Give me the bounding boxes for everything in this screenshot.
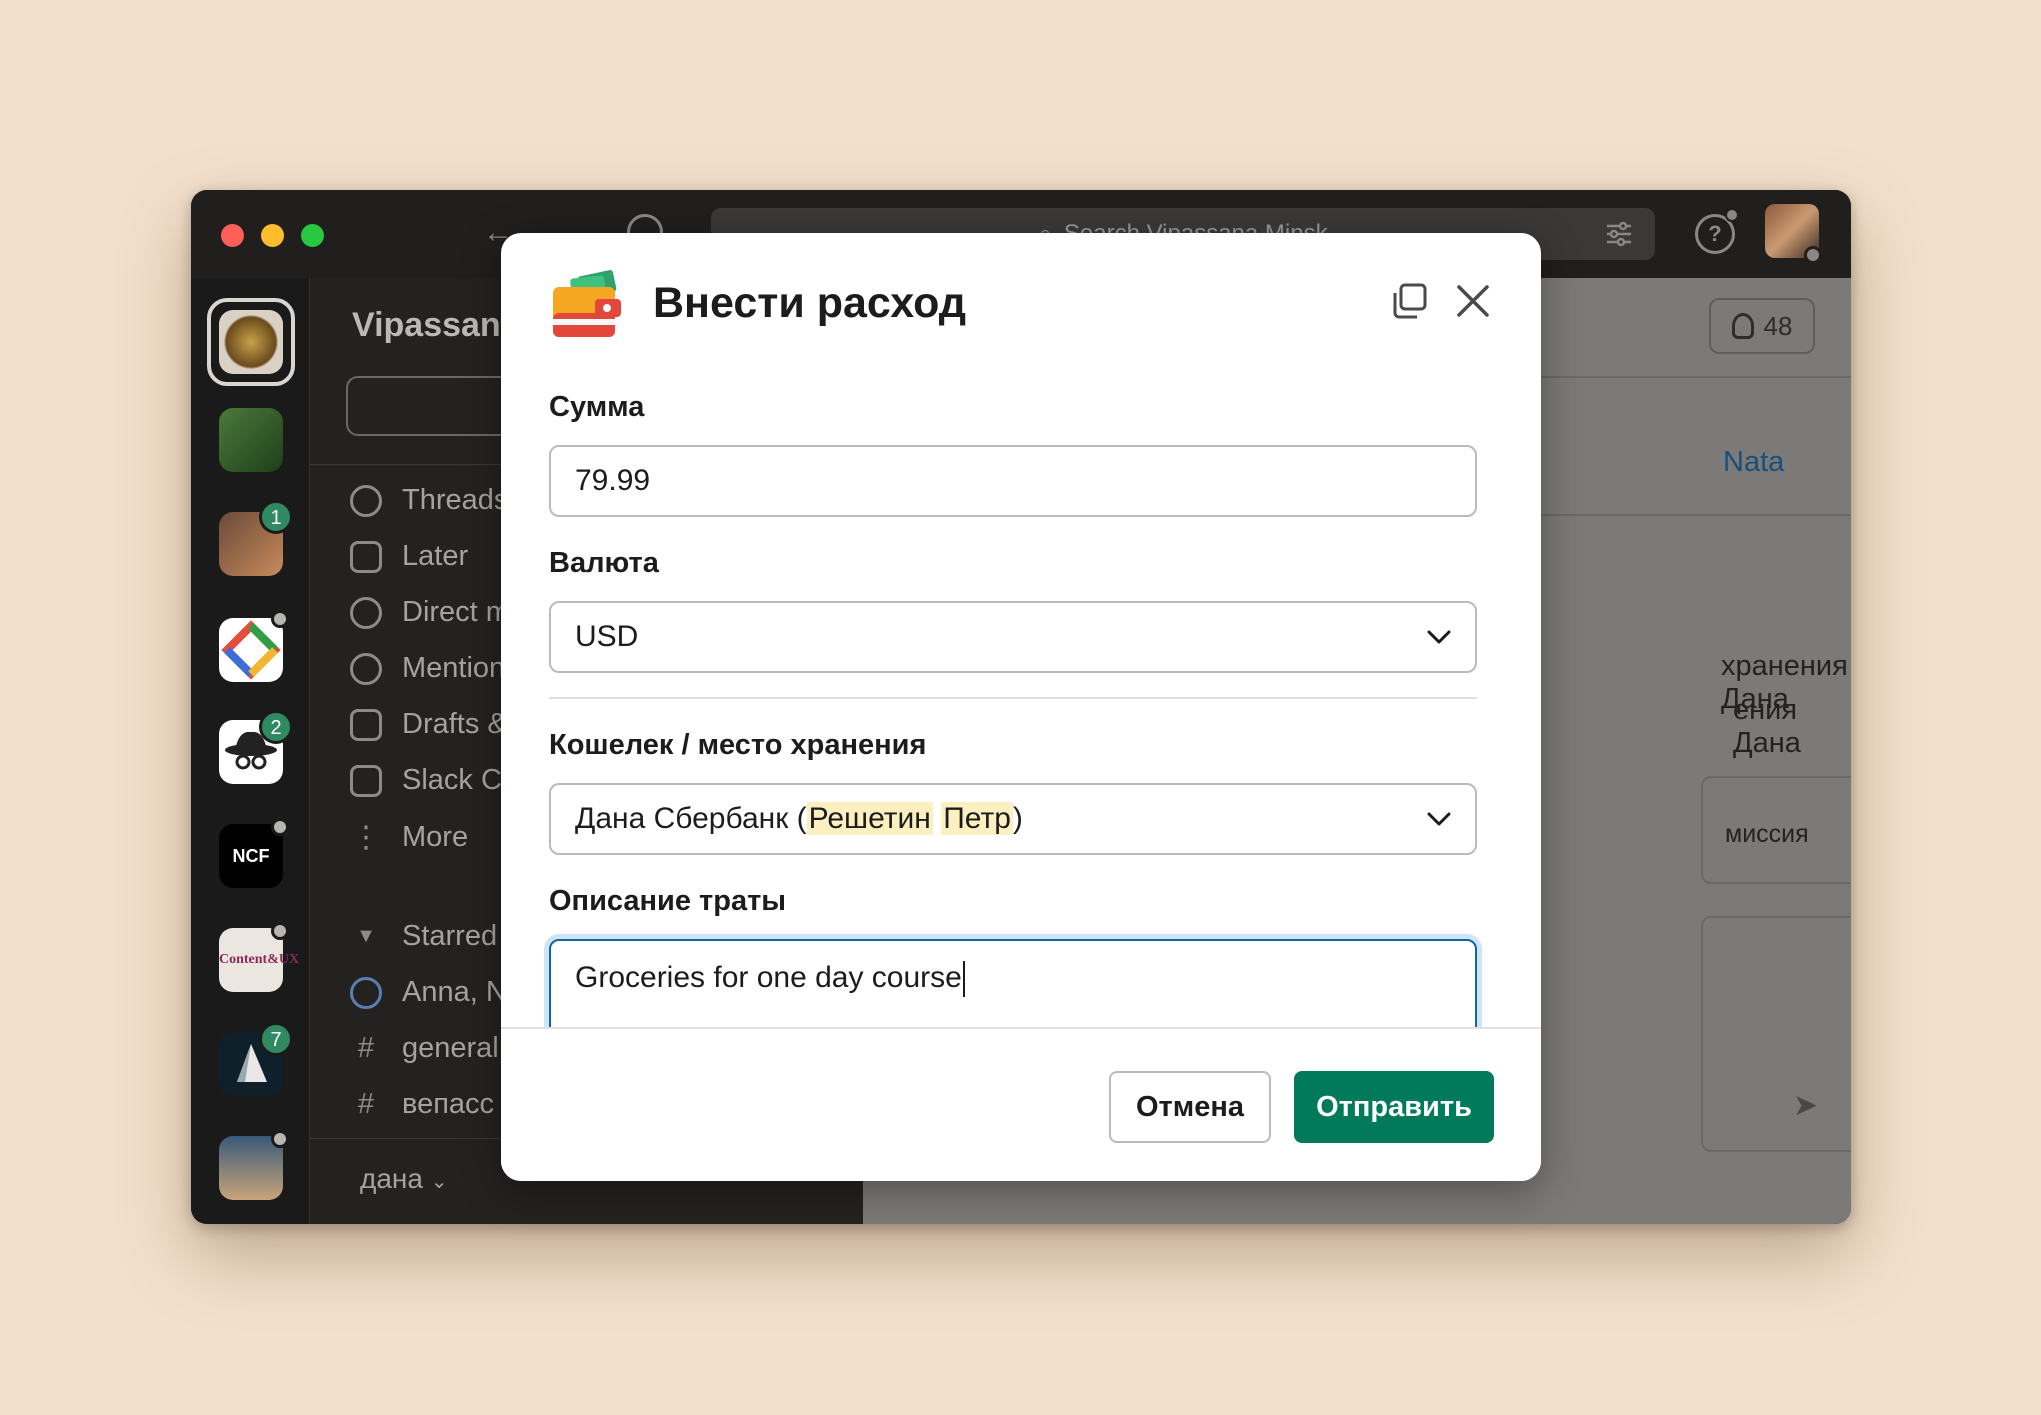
popout-icon[interactable] — [1387, 279, 1431, 323]
sidebar-item-more[interactable]: ⋮ More — [350, 820, 468, 855]
section-divider — [549, 697, 1477, 699]
workspace-unread-badge: 1 — [259, 500, 293, 534]
person-icon — [1731, 313, 1754, 339]
workspace-status-dot — [271, 922, 289, 940]
amount-value: 79.99 — [575, 464, 651, 497]
send-icon[interactable]: ➤ — [1793, 1088, 1818, 1123]
sidebar-section-starred[interactable]: ▼ Starred — [350, 920, 497, 953]
member-count: 48 — [1763, 310, 1793, 341]
chevron-down-icon: ⌄ — [430, 1171, 448, 1193]
filter-icon[interactable] — [1605, 220, 1633, 248]
workspace-rail: 1 2 NCF Content&UX 7 — [191, 278, 309, 1224]
workspace-diamond-icon[interactable] — [219, 618, 283, 682]
modal-title: Внести расход — [653, 279, 967, 327]
wallet-value-prefix: Дана Сбербанк ( — [575, 802, 807, 835]
sidebar-item-label: вепасс — [402, 1088, 495, 1120]
help-notification-dot — [1725, 208, 1739, 222]
sidebar-item-general[interactable]: # general — [350, 1032, 499, 1065]
description-value: Groceries for one day course — [575, 961, 962, 994]
currency-select[interactable]: USD — [549, 601, 1477, 673]
card-text: миссия — [1725, 820, 1809, 848]
text-caret — [962, 961, 965, 997]
more-vertical-icon: ⋮ — [351, 821, 381, 854]
building-icon — [350, 764, 382, 797]
close-icon[interactable] — [1451, 279, 1495, 323]
caret-down-icon: ▼ — [356, 925, 376, 947]
sidebar-item-threads[interactable]: Threads — [350, 484, 508, 517]
sidebar-item-later[interactable]: Later — [350, 540, 468, 573]
sidebar-item-channel[interactable]: # вепасс — [350, 1088, 494, 1121]
message-composer[interactable] — [1701, 916, 1851, 1152]
sidebar-item-label: Anna, N — [402, 976, 507, 1008]
minimize-window-button[interactable] — [261, 224, 284, 247]
workspace-status-dot — [271, 818, 289, 836]
amount-input[interactable]: 79.99 — [549, 445, 1477, 517]
close-window-button[interactable] — [221, 224, 244, 247]
workspace-name[interactable]: Vipassana — [352, 306, 520, 345]
diamond-logo-icon — [221, 620, 281, 680]
footer-user-label[interactable]: дана ⌄ — [360, 1163, 448, 1195]
sidebar-item-label: Threads — [402, 484, 509, 516]
direct-messages-icon — [350, 596, 382, 629]
group-dm-icon — [350, 976, 382, 1009]
modal-footer: Отмена Отправить — [501, 1027, 1541, 1181]
workspace-vipassana-icon[interactable] — [219, 310, 283, 374]
amount-label: Сумма — [549, 391, 645, 423]
expense-modal: Внести расход Сумма 79.99 Валюта USD Кош… — [501, 233, 1541, 1181]
wallet-value-suffix: ) — [1012, 802, 1023, 835]
description-input[interactable]: Groceries for one day course — [549, 939, 1477, 1039]
sidebar-item-label: Later — [402, 540, 469, 572]
chevron-down-icon — [1427, 812, 1451, 826]
currency-label: Валюта — [549, 547, 659, 579]
wallet-value: Дана Сбербанк (Решетин Петр) — [575, 802, 1023, 836]
mention-text[interactable]: Nata — [1723, 446, 1784, 479]
workspace-unread-badge: 7 — [259, 1022, 293, 1056]
maximize-window-button[interactable] — [301, 224, 324, 247]
workspace-leaf-icon[interactable] — [219, 408, 283, 472]
wallet-value-highlight: Петр — [941, 802, 1013, 835]
threads-icon — [350, 484, 382, 517]
chevron-down-icon — [1427, 630, 1451, 644]
description-label: Описание траты — [549, 885, 787, 917]
submit-button[interactable]: Отправить — [1294, 1071, 1494, 1143]
wallet-icon — [553, 270, 621, 337]
currency-value: USD — [575, 620, 639, 653]
message-line: ения Дана — [1733, 694, 1801, 759]
send-icon — [350, 708, 382, 741]
members-button[interactable]: 48 — [1709, 298, 1815, 354]
sidebar-item-group-dm[interactable]: Anna, N — [350, 976, 507, 1009]
footer-user-name: дана — [360, 1163, 423, 1194]
bookmark-icon — [350, 540, 382, 573]
user-status-dot — [1804, 246, 1822, 264]
hash-icon: # — [357, 1032, 375, 1064]
wallet-select[interactable]: Дана Сбербанк (Решетин Петр) — [549, 783, 1477, 855]
wallet-label: Кошелек / место хранения — [549, 729, 927, 761]
wallet-value-highlight: Решетин — [806, 802, 933, 835]
workspace-status-dot — [271, 610, 289, 628]
sidebar-item-label: More — [402, 821, 469, 853]
at-sign-icon — [350, 652, 382, 685]
cancel-button[interactable]: Отмена — [1109, 1071, 1271, 1143]
hash-icon: # — [357, 1088, 375, 1120]
workspace-unread-badge: 2 — [259, 710, 293, 744]
section-label: Starred — [402, 920, 498, 952]
sidebar-item-label: general — [402, 1032, 499, 1064]
workspace-status-dot — [271, 1130, 289, 1148]
